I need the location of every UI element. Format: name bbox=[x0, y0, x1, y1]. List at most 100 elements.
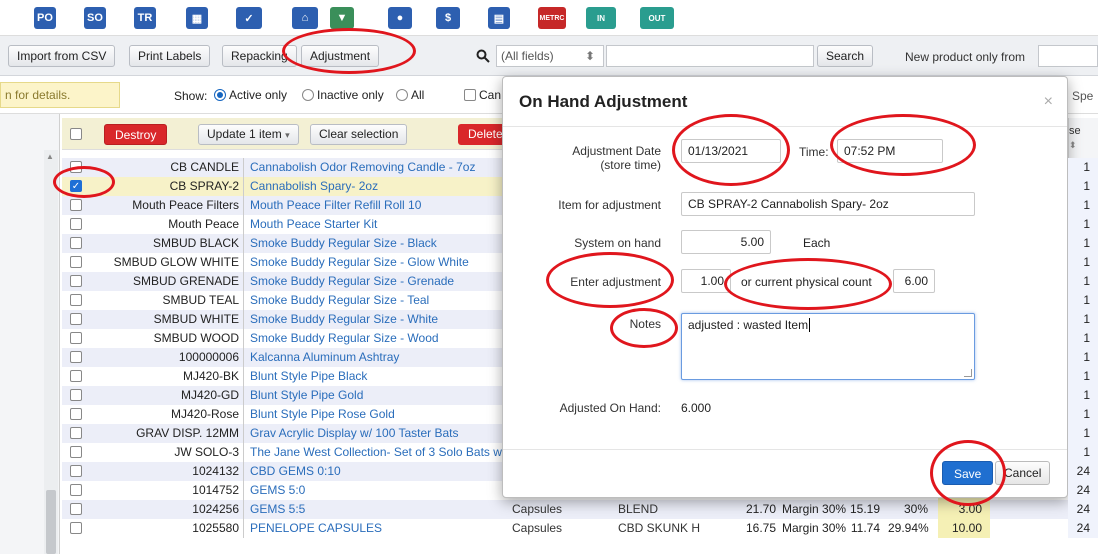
search-button[interactable]: Search bbox=[817, 45, 874, 67]
notes-textarea[interactable]: adjusted : wasted Item bbox=[681, 313, 975, 380]
row-checkbox[interactable] bbox=[70, 237, 82, 249]
po-icon[interactable]: PO bbox=[34, 7, 56, 29]
so-icon[interactable]: SO bbox=[84, 7, 106, 29]
row-checkbox[interactable] bbox=[70, 503, 82, 515]
row-checkbox[interactable] bbox=[70, 427, 82, 439]
physical-count-input[interactable]: 6.00 bbox=[893, 269, 935, 293]
product-name-link[interactable]: Smoke Buddy Regular Size - White bbox=[250, 310, 502, 329]
dialog-header: On Hand Adjustment × bbox=[503, 77, 1067, 127]
register-icon[interactable]: ▤ bbox=[488, 7, 510, 29]
right-column-cell: 24 bbox=[1068, 500, 1098, 519]
row-checkbox[interactable]: ✓ bbox=[70, 180, 82, 192]
row-checkbox[interactable] bbox=[70, 332, 82, 344]
update-items-button[interactable]: Update 1 item ▾ bbox=[198, 124, 299, 145]
table-row[interactable]: 1025580 PENELOPE CAPSULES Capsules CBD SKUN… bbox=[62, 519, 1098, 538]
destroy-button[interactable]: Destroy bbox=[104, 124, 168, 145]
product-name-link[interactable]: Kalcanna Aluminum Ashtray bbox=[250, 348, 502, 367]
product-type: BLEND bbox=[618, 502, 659, 516]
right-column-header[interactable]: se ⬍ bbox=[1068, 118, 1098, 158]
product-name-link[interactable]: CBD GEMS 0:10 bbox=[250, 462, 502, 481]
new-product-input[interactable] bbox=[1038, 45, 1098, 67]
row-checkbox[interactable] bbox=[70, 465, 82, 477]
time-label: Time: bbox=[799, 145, 829, 159]
product-name-link[interactable]: Cannabolish Odor Removing Candle - 7oz bbox=[250, 158, 502, 177]
row-checkbox[interactable] bbox=[70, 161, 82, 173]
scroll-up-icon[interactable]: ▲ bbox=[46, 152, 54, 161]
scrollbar-thumb[interactable] bbox=[46, 490, 56, 554]
all-radio[interactable]: All bbox=[396, 88, 424, 102]
physical-count-label: or current physical count bbox=[741, 275, 872, 289]
product-name-link[interactable]: Smoke Buddy Regular Size - Teal bbox=[250, 291, 502, 310]
product-name-link[interactable]: Smoke Buddy Regular Size - Black bbox=[250, 234, 502, 253]
row-checkbox[interactable] bbox=[70, 389, 82, 401]
row-checkbox[interactable] bbox=[70, 218, 82, 230]
right-column-cell: 1 bbox=[1068, 310, 1098, 329]
row-checkbox[interactable] bbox=[70, 275, 82, 287]
row-checkbox[interactable] bbox=[70, 446, 82, 458]
checkin-icon[interactable]: IN bbox=[586, 7, 616, 29]
product-name-link[interactable]: Smoke Buddy Regular Size - Glow White bbox=[250, 253, 502, 272]
filter-icon[interactable]: ▼ bbox=[330, 7, 354, 29]
user-icon[interactable]: ● bbox=[388, 7, 412, 29]
row-checkbox[interactable] bbox=[70, 370, 82, 382]
inactive-only-radio[interactable]: Inactive only bbox=[302, 88, 384, 102]
product-name-link[interactable]: Smoke Buddy Regular Size - Grenade bbox=[250, 272, 502, 291]
search-field-select[interactable]: (All fields) ⬍ bbox=[496, 45, 604, 67]
row-checkbox[interactable] bbox=[70, 484, 82, 496]
cancel-button[interactable]: Cancel bbox=[995, 461, 1051, 485]
home-icon[interactable]: ⌂ bbox=[292, 7, 318, 29]
product-name-link[interactable]: Blunt Style Pipe Black bbox=[250, 367, 502, 386]
row-checkbox[interactable] bbox=[70, 294, 82, 306]
product-name-link[interactable]: Grav Acrylic Display w/ 100 Taster Bats bbox=[250, 424, 502, 443]
product-name-link[interactable]: Blunt Style Pipe Rose Gold bbox=[250, 405, 502, 424]
close-icon[interactable]: × bbox=[1044, 93, 1053, 111]
row-checkbox[interactable] bbox=[70, 199, 82, 211]
right-column-cell: 1 bbox=[1068, 424, 1098, 443]
grid-icon[interactable]: ▦ bbox=[186, 7, 208, 29]
time-input[interactable]: 07:52 PM bbox=[837, 139, 943, 163]
item-for-adjustment-input[interactable]: CB SPRAY-2 Cannabolish Spary- 2oz bbox=[681, 192, 975, 216]
can-checkbox[interactable]: Can bbox=[464, 88, 501, 102]
product-name-link[interactable]: Smoke Buddy Regular Size - Wood bbox=[250, 329, 502, 348]
show-label: Show: bbox=[174, 89, 208, 103]
checkout-icon[interactable]: OUT bbox=[640, 7, 674, 29]
row-checkbox[interactable] bbox=[70, 351, 82, 363]
product-name-link[interactable]: Mouth Peace Starter Kit bbox=[250, 215, 502, 234]
enter-adjustment-input[interactable]: 1.00 bbox=[681, 269, 731, 293]
product-name-link[interactable]: Mouth Peace Filter Refill Roll 10 bbox=[250, 196, 502, 215]
save-button[interactable]: Save bbox=[942, 461, 994, 485]
repacking-button[interactable]: Repacking bbox=[222, 45, 297, 67]
product-name-link[interactable]: GEMS 5:0 bbox=[250, 481, 502, 500]
clear-selection-button[interactable]: Clear selection bbox=[310, 124, 408, 145]
row-checkbox[interactable] bbox=[70, 408, 82, 420]
delete-button[interactable]: Delete bbox=[458, 124, 508, 145]
checklist-icon[interactable]: ✓ bbox=[236, 7, 262, 29]
product-name-link[interactable]: PENELOPE CAPSULES bbox=[250, 519, 502, 538]
product-margin: Margin 30% bbox=[782, 502, 847, 516]
active-only-radio[interactable]: Active only bbox=[214, 88, 287, 102]
adjustment-button[interactable]: Adjustment bbox=[301, 45, 380, 67]
system-on-hand-label: System on hand bbox=[574, 236, 661, 250]
product-margin-pct: 29.94% bbox=[888, 521, 929, 535]
product-name-link[interactable]: The Jane West Collection- Set of 3 Solo … bbox=[250, 443, 502, 462]
item-for-adjustment-label: Item for adjustment bbox=[558, 198, 661, 212]
product-name-link[interactable]: Cannabolish Spary- 2oz bbox=[250, 177, 502, 196]
metrc-icon[interactable]: METRC bbox=[538, 7, 566, 29]
row-checkbox[interactable] bbox=[70, 522, 82, 534]
dollar-icon[interactable]: $ bbox=[436, 7, 460, 29]
resize-handle[interactable] bbox=[964, 369, 972, 377]
row-checkbox[interactable] bbox=[70, 256, 82, 268]
adjustment-date-input[interactable]: 01/13/2021 bbox=[681, 139, 781, 163]
info-message: n for details. bbox=[0, 82, 120, 108]
import-csv-button[interactable]: Import from CSV bbox=[8, 45, 116, 67]
table-row[interactable]: 1024256 GEMS 5:5 Capsules BLEND 21.70 Margin … bbox=[62, 500, 1098, 519]
search-input[interactable] bbox=[606, 45, 814, 67]
product-name-link[interactable]: GEMS 5:5 bbox=[250, 500, 502, 519]
tr-icon[interactable]: TR bbox=[134, 7, 156, 29]
product-name-link[interactable]: Blunt Style Pipe Gold bbox=[250, 386, 502, 405]
row-checkbox[interactable] bbox=[70, 313, 82, 325]
search-icon bbox=[476, 45, 490, 67]
print-labels-button[interactable]: Print Labels bbox=[129, 45, 211, 67]
select-all-checkbox[interactable] bbox=[70, 128, 82, 140]
right-column-cell: 24 bbox=[1068, 519, 1098, 538]
